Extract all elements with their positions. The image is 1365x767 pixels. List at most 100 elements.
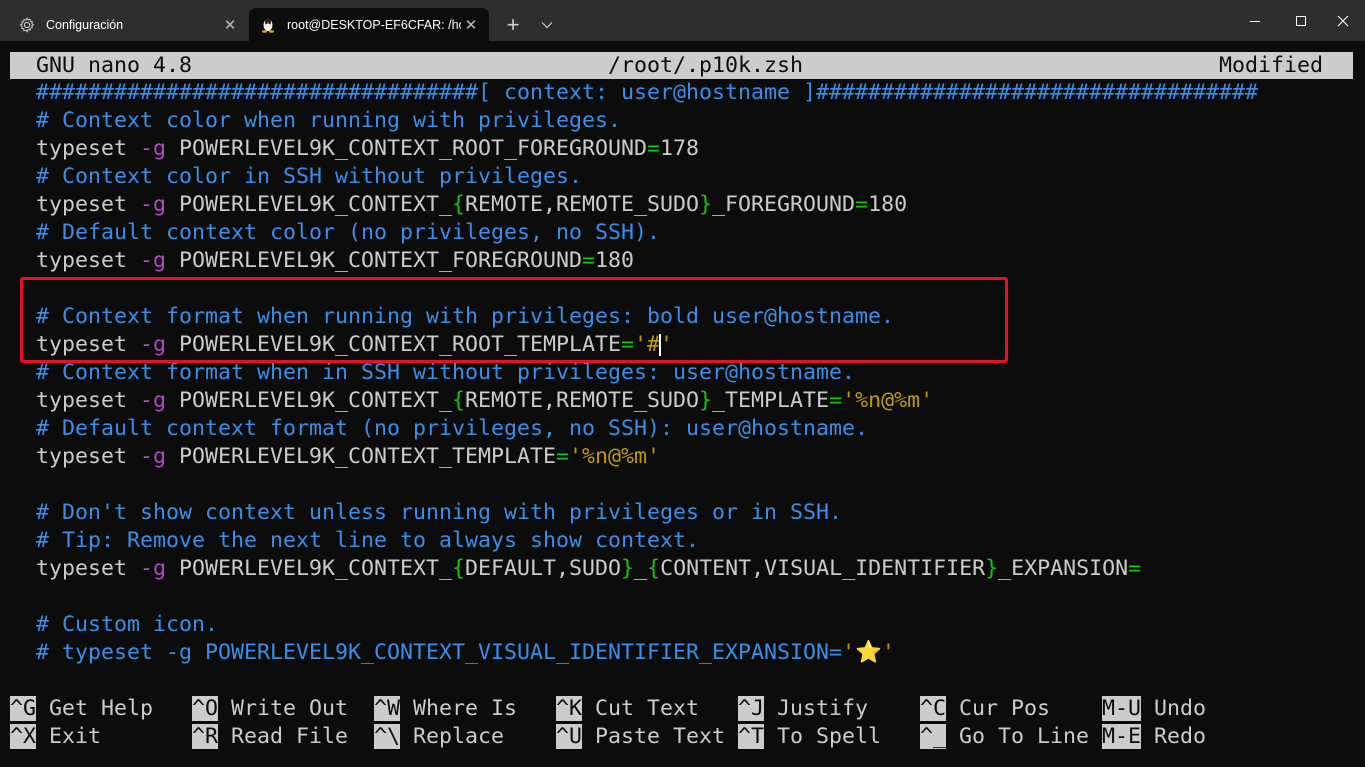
comment-token: # Custom icon. — [35, 612, 218, 637]
tab-label: root@DESKTOP-EF6CFAR: /hom — [287, 17, 461, 32]
shortcut-label: To Spell — [764, 724, 882, 749]
operator-token: = — [621, 332, 635, 357]
shortcut-go-to-line[interactable]: ^_ Go To Line — [920, 723, 1089, 751]
operator-token: } — [621, 556, 635, 581]
close-window-button[interactable] — [1320, 0, 1365, 41]
code-token: typeset — [35, 136, 140, 161]
flag-token: -g — [139, 192, 166, 217]
shortcut-justify[interactable]: ^J Justify — [738, 695, 868, 723]
string-token: ' — [660, 332, 674, 357]
code-line[interactable]: # Don't show context unless running with… — [36, 499, 842, 527]
close-tab-icon[interactable]: ✕ — [220, 15, 240, 35]
shortcut-key: ^O — [192, 696, 219, 721]
code-token: 178 — [660, 136, 700, 161]
nano-title-bar: GNU nano 4.8 /root/.p10k.zsh Modified — [10, 52, 1353, 79]
tab-dropdown-button[interactable] — [535, 12, 559, 38]
code-line[interactable]: # Tip: Remove the next line to always sh… — [36, 527, 699, 555]
linux-penguin-icon — [259, 16, 277, 34]
shortcut-read-file[interactable]: ^R Read File — [192, 723, 348, 751]
code-token: DEFAULT,SUDO — [465, 556, 622, 581]
code-line[interactable]: ##################################[ cont… — [36, 79, 1258, 107]
comment-token: # Tip: Remove the next line to always sh… — [35, 528, 699, 553]
code-token: POWERLEVEL9K_CONTEXT_TEMPLATE — [165, 444, 557, 469]
code-token: POWERLEVEL9K_CONTEXT_FOREGROUND — [165, 248, 583, 273]
shortcut-label: Cut Text — [582, 696, 700, 721]
operator-token: { — [452, 192, 466, 217]
new-tab-button[interactable]: + — [500, 12, 526, 38]
flag-token: -g — [139, 556, 166, 581]
code-line[interactable]: typeset -g POWERLEVEL9K_CONTEXT_{DEFAULT… — [36, 555, 1141, 583]
code-token: 180 — [595, 248, 635, 273]
code-token: 180 — [868, 192, 908, 217]
code-line[interactable]: # Context color when running with privil… — [36, 107, 621, 135]
comment-token: # Default context format (no privileges,… — [35, 416, 868, 441]
code-token: _TEMPLATE — [712, 388, 830, 413]
code-line[interactable]: # Context format when in SSH without pri… — [36, 359, 855, 387]
shortcut-label: Where Is — [400, 696, 518, 721]
file-name: /root/.p10k.zsh — [608, 53, 804, 78]
shortcut-undo[interactable]: M-U Undo — [1102, 695, 1206, 723]
shortcut-label: Paste Text — [582, 724, 726, 749]
flag-token: -g — [139, 248, 166, 273]
shortcut-where-is[interactable]: ^W Where Is — [374, 695, 517, 723]
shortcut-cur-pos[interactable]: ^C Cur Pos — [920, 695, 1050, 723]
shortcut-key: ^K — [556, 696, 583, 721]
close-tab-icon[interactable]: ✕ — [461, 15, 481, 35]
shortcut-to-spell[interactable]: ^T To Spell — [738, 723, 881, 751]
shortcut-redo[interactable]: M-E Redo — [1102, 723, 1206, 751]
code-token: typeset — [35, 444, 140, 469]
operator-token: } — [699, 388, 713, 413]
shortcut-replace[interactable]: ^\ Replace — [374, 723, 504, 751]
code-line[interactable]: typeset -g POWERLEVEL9K_CONTEXT_{REMOTE,… — [36, 191, 907, 219]
code-line[interactable]: typeset -g POWERLEVEL9K_CONTEXT_ROOT_TEM… — [36, 331, 673, 359]
comment-token: # typeset -g POWERLEVEL9K_CONTEXT_VISUAL… — [35, 640, 842, 665]
shortcut-key: ^C — [920, 696, 947, 721]
code-line[interactable]: # Default context format (no privileges,… — [36, 415, 868, 443]
code-line[interactable]: # Context color in SSH without privilege… — [36, 163, 582, 191]
shortcut-label: Go To Line — [946, 724, 1090, 749]
operator-token: { — [452, 556, 466, 581]
code-line[interactable]: typeset -g POWERLEVEL9K_CONTEXT_{REMOTE,… — [36, 387, 933, 415]
shortcut-get-help[interactable]: ^G Get Help — [10, 695, 153, 723]
code-line[interactable]: # Custom icon. — [36, 611, 218, 639]
operator-token: = — [582, 248, 596, 273]
shortcut-write-out[interactable]: ^O Write Out — [192, 695, 348, 723]
tab-terminal[interactable]: root@DESKTOP-EF6CFAR: /hom ✕ — [249, 8, 489, 41]
code-line[interactable]: typeset -g POWERLEVEL9K_CONTEXT_TEMPLATE… — [36, 443, 660, 471]
code-line[interactable]: typeset -g POWERLEVEL9K_CONTEXT_FOREGROU… — [36, 247, 634, 275]
code-token: POWERLEVEL9K_CONTEXT_ROOT_TEMPLATE — [165, 332, 622, 357]
tab-label: Configuración — [46, 17, 124, 32]
code-line[interactable]: # typeset -g POWERLEVEL9K_CONTEXT_VISUAL… — [36, 639, 895, 667]
operator-token: = — [647, 136, 661, 161]
code-token: POWERLEVEL9K_CONTEXT_ — [165, 192, 452, 217]
maximize-icon — [1296, 15, 1306, 26]
flag-token: -g — [139, 388, 166, 413]
shortcut-label: Replace — [400, 724, 505, 749]
code-line[interactable]: typeset -g POWERLEVEL9K_CONTEXT_ROOT_FOR… — [36, 135, 699, 163]
minimize-button[interactable] — [1232, 0, 1278, 41]
shortcut-label: Write Out — [218, 696, 349, 721]
comment-token: ##################################[ cont… — [35, 80, 1259, 105]
code-token: typeset — [35, 388, 140, 413]
shortcut-cut-text[interactable]: ^K Cut Text — [556, 695, 699, 723]
string-token: '%n@%m' — [842, 388, 934, 413]
comment-token: # Don't show context unless running with… — [35, 500, 842, 525]
code-token: POWERLEVEL9K_CONTEXT_ — [165, 388, 452, 413]
gear-icon — [18, 16, 36, 34]
terminal-area[interactable]: GNU nano 4.8 /root/.p10k.zsh Modified ##… — [0, 41, 1365, 767]
shortcut-key: ^U — [556, 724, 583, 749]
tab-settings[interactable]: Configuración ✕ — [8, 8, 248, 41]
operator-token: } — [699, 192, 713, 217]
shortcut-label: Get Help — [36, 696, 154, 721]
shortcut-paste-text[interactable]: ^U Paste Text — [556, 723, 725, 751]
string-token: '%n@%m' — [569, 444, 661, 469]
modified-status: Modified — [1219, 53, 1324, 78]
code-line[interactable]: # Context format when running with privi… — [36, 303, 894, 331]
code-line[interactable]: # Default context color (no privileges, … — [36, 219, 660, 247]
operator-token: } — [985, 556, 999, 581]
maximize-button[interactable] — [1278, 0, 1324, 41]
shortcut-label: Undo — [1141, 696, 1207, 721]
shortcut-exit[interactable]: ^X Exit — [10, 723, 101, 751]
code-token: REMOTE,REMOTE_SUDO — [465, 388, 700, 413]
shortcut-key: ^T — [738, 724, 765, 749]
